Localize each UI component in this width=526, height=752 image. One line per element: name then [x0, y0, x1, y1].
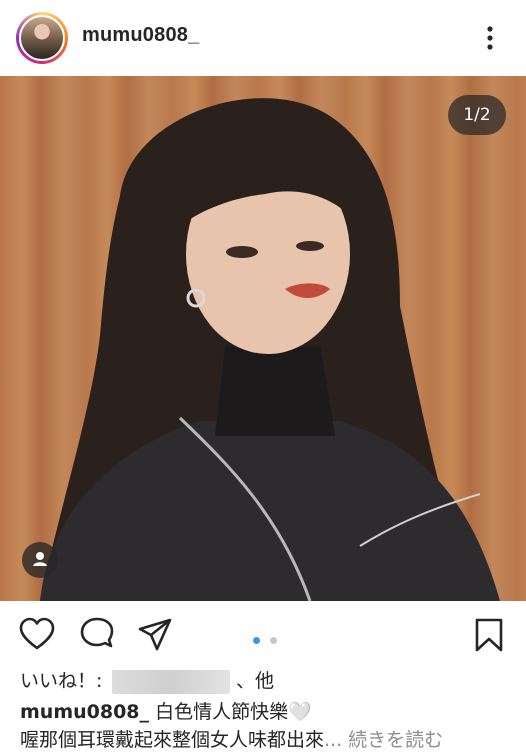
post-header: mumu0808_: [0, 0, 526, 76]
caption-continued: 喔那個耳環戴起來整個女人味都出來... 続きを読む: [20, 725, 443, 752]
bookmark-icon[interactable]: [470, 616, 508, 654]
redacted-liker-name: [112, 670, 230, 694]
carousel-dot-active: [253, 637, 260, 644]
user-tag-icon: [33, 552, 47, 566]
likes-suffix[interactable]: 、他: [236, 666, 274, 693]
carousel-indicator: [253, 629, 282, 644]
comment-icon[interactable]: [78, 616, 116, 654]
more-vertical-icon[interactable]: [474, 22, 506, 54]
image-counter-badge: 1/2: [448, 95, 506, 135]
post-photo[interactable]: [0, 76, 526, 601]
likes-prefix: いいね！:: [20, 670, 103, 692]
avatar[interactable]: [16, 12, 68, 64]
portrait-illustration: [40, 98, 500, 601]
user-tag-button[interactable]: [22, 542, 58, 578]
avatar-image: [19, 15, 65, 61]
caption-ellipsis: ...: [324, 729, 343, 751]
post-username[interactable]: mumu0808_: [82, 24, 199, 47]
heart-icon[interactable]: [18, 616, 56, 654]
caption: mumu0808_ 白色情人節快樂🤍: [20, 697, 312, 724]
send-icon[interactable]: [136, 616, 174, 654]
caption-text-line2: 喔那個耳環戴起來整個女人味都出來: [20, 729, 325, 751]
read-more-link[interactable]: 続きを読む: [342, 729, 443, 751]
caption-text-line1: 白色情人節快樂🤍: [149, 701, 312, 723]
caption-username[interactable]: mumu0808_: [20, 701, 149, 723]
